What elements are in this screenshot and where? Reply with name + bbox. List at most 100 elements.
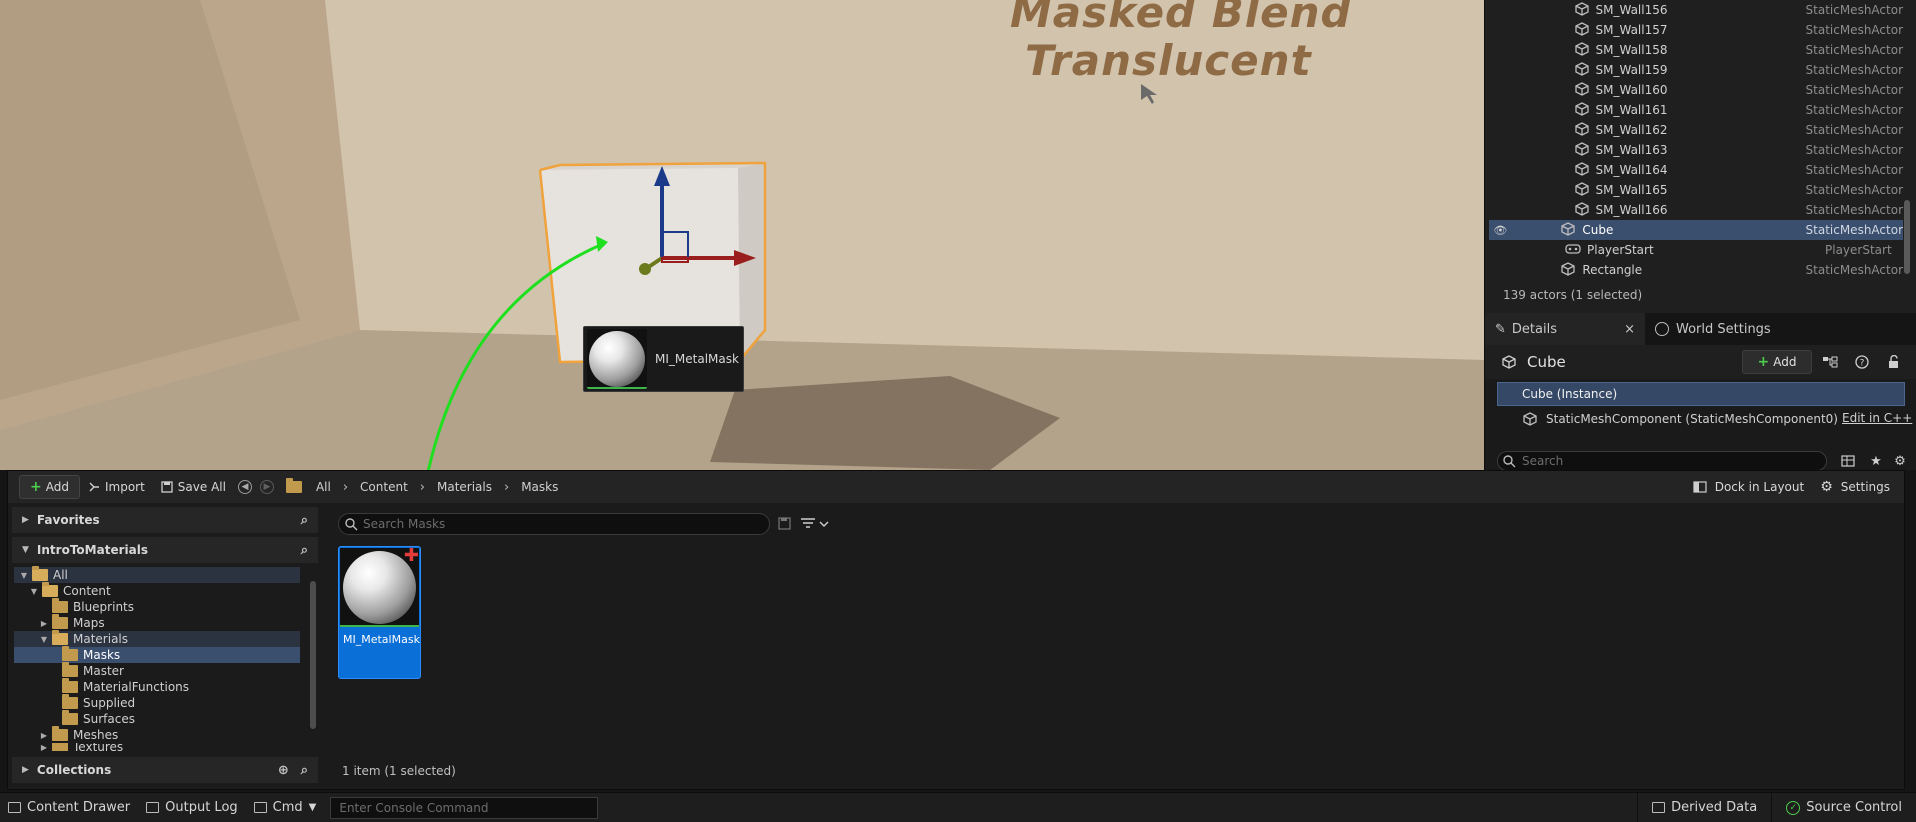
search-icon[interactable]: ⌕ [301, 513, 308, 528]
breadcrumb-all[interactable]: All [308, 480, 339, 494]
tab-world-settings[interactable]: World Settings [1645, 313, 1781, 345]
folder-tree-item[interactable]: ▼ Content [14, 582, 300, 599]
outliner-item-name: SM_Wall164 [1595, 163, 1668, 177]
folder-tree-item[interactable]: ▶ Maps [14, 614, 300, 631]
level-viewport[interactable]: Masked Blend Translucent MI_MetalMask [0, 0, 1484, 470]
breadcrumb-content[interactable]: Content [352, 480, 416, 494]
outliner-row[interactable]: SM_Wall164 StaticMeshActor [1489, 160, 1903, 180]
folder-label: MaterialFunctions [83, 680, 190, 694]
outliner-item-name: SM_Wall159 [1595, 63, 1668, 77]
folder-tree-item[interactable]: Supplied [14, 694, 300, 711]
output-log-icon [146, 802, 160, 813]
add-collection-icon[interactable]: ⊕ [278, 763, 289, 778]
project-section-header[interactable]: ▼ IntroToMaterials ⌕ [12, 537, 318, 563]
outliner-row[interactable]: PlayerStart PlayerStart [1489, 240, 1903, 260]
outliner-row[interactable]: SM_Wall162 StaticMeshActor [1489, 120, 1903, 140]
outliner-row[interactable]: SM_Wall160 StaticMeshActor [1489, 80, 1903, 100]
static-mesh-icon [1523, 412, 1537, 426]
chevron-down-icon[interactable]: ▼ [18, 571, 30, 580]
back-icon[interactable]: ◀ [237, 480, 252, 494]
chevron-down-icon[interactable]: ▼ [28, 587, 40, 596]
content-drawer-label: Content Drawer [27, 800, 131, 815]
tree-scrollbar[interactable] [310, 581, 316, 729]
search-icon[interactable]: ⌕ [301, 763, 308, 778]
chevron-right-icon[interactable]: ▶ [38, 743, 50, 751]
outliner-item-type: StaticMeshActor [1805, 123, 1903, 137]
outliner-item-type: StaticMeshActor [1805, 143, 1903, 157]
forward-icon[interactable]: ▶ [259, 480, 274, 494]
asset-tile-mi-metalmask[interactable]: ✚ MI_MetalMask [338, 546, 421, 679]
folder-label: Content [63, 584, 111, 598]
outliner-row[interactable]: SM_Wall163 StaticMeshActor [1489, 140, 1903, 160]
blueprint-convert-icon[interactable] [1818, 350, 1842, 374]
close-icon[interactable]: × [1624, 322, 1635, 337]
help-icon[interactable]: ? [1850, 350, 1874, 374]
content-browser-toolbar: + Add Import Save All ◀ ▶ All › Content … [8, 471, 1904, 503]
search-icon[interactable]: ⌕ [301, 543, 308, 558]
content-drawer-button[interactable]: Content Drawer [0, 793, 138, 822]
chevron-right-icon[interactable]: ▶ [38, 731, 50, 740]
lock-icon[interactable] [1882, 350, 1906, 374]
drag-preview: MI_MetalMask [583, 326, 744, 392]
favorites-section-header[interactable]: ▶ Favorites ⌕ [12, 507, 318, 533]
output-log-button[interactable]: Output Log [138, 793, 246, 822]
collections-section-header[interactable]: ▶ Collections ⊕ ⌕ [12, 757, 318, 783]
static-mesh-icon [1574, 121, 1596, 139]
folder-icon [62, 646, 78, 661]
filter-icon[interactable] [800, 517, 830, 531]
folder-tree-item[interactable]: MaterialFunctions [14, 678, 300, 695]
add-component-button[interactable]: + Add [1742, 350, 1812, 374]
console-command-input[interactable]: Enter Console Command [330, 796, 599, 819]
folder-tree-item[interactable]: ▶ Meshes [14, 726, 300, 743]
component-root-cube-instance[interactable]: Cube (Instance) [1497, 382, 1905, 406]
outliner-row[interactable]: SM_Wall156 StaticMeshActor [1489, 0, 1903, 20]
save-all-button[interactable]: Save All [153, 475, 234, 499]
folder-tree-item[interactable]: Surfaces [14, 710, 300, 727]
folder-label: Blueprints [73, 600, 135, 614]
outliner-row[interactable]: SM_Wall166 StaticMeshActor [1489, 200, 1903, 220]
breadcrumb-masks[interactable]: Masks [513, 480, 566, 494]
search-icon [345, 518, 358, 531]
settings-button[interactable]: ⚙ Settings [1812, 475, 1898, 499]
outliner-row[interactable]: SM_Wall165 StaticMeshActor [1489, 180, 1903, 200]
folder-tree-item[interactable]: Master [14, 662, 300, 679]
cmd-dropdown[interactable]: Cmd ▼ [246, 793, 325, 822]
chevron-right-icon[interactable]: ▶ [38, 619, 50, 628]
outliner-row[interactable]: SM_Wall159 StaticMeshActor [1489, 60, 1903, 80]
static-mesh-icon [1574, 61, 1596, 79]
eye-icon[interactable]: 👁 [1491, 224, 1510, 237]
import-button[interactable]: Import [80, 475, 153, 499]
asset-search-input[interactable]: Search Masks [338, 513, 770, 535]
details-search-placeholder: Search [1522, 454, 1564, 468]
outliner-row[interactable]: SM_Wall157 StaticMeshActor [1489, 20, 1903, 40]
outliner-row[interactable]: SM_Wall158 StaticMeshActor [1489, 40, 1903, 60]
tab-details[interactable]: ✎ Details × [1485, 313, 1645, 345]
folder-icon [32, 566, 48, 581]
add-button[interactable]: + Add [19, 475, 80, 499]
save-search-icon[interactable] [778, 517, 792, 531]
plus-icon: + [30, 479, 42, 495]
selected-actor-name: Cube [1527, 353, 1566, 371]
outliner-item-type: StaticMeshActor [1805, 23, 1903, 37]
chevron-down-icon[interactable]: ▼ [38, 635, 50, 644]
edit-in-cpp-link[interactable]: Edit in C++ [1842, 411, 1912, 425]
dock-in-layout-button[interactable]: Dock in Layout [1685, 475, 1813, 499]
folder-tree-item[interactable]: Blueprints [14, 598, 300, 615]
outliner-row[interactable]: SM_Wall161 StaticMeshActor [1489, 100, 1903, 120]
folder-tree-item[interactable]: ▶ Textures [14, 743, 300, 751]
settings-label: Settings [1840, 480, 1890, 494]
folder-icon [52, 630, 68, 645]
folder-tree-item[interactable]: ▼ All [14, 566, 300, 583]
derived-data-button[interactable]: Derived Data [1638, 793, 1771, 822]
breadcrumb-materials[interactable]: Materials [429, 480, 500, 494]
folder-tree-item[interactable]: ▼ Materials [14, 630, 300, 647]
source-control-button[interactable]: ✓ Source Control [1772, 793, 1916, 822]
folder-tree-item[interactable]: Masks [14, 646, 300, 663]
component-static-mesh[interactable]: StaticMeshComponent (StaticMeshComponent… [1522, 408, 1838, 430]
outliner-row[interactable]: 👁 Cube StaticMeshActor [1489, 220, 1903, 240]
outliner-row[interactable]: Rectangle StaticMeshActor [1489, 260, 1903, 280]
details-search-input[interactable]: Search [1497, 451, 1827, 471]
asset-view: Search Masks ✚ MI_MetalMask 1 item (1 se… [326, 507, 1902, 783]
chevron-right-icon: ▶ [22, 515, 29, 525]
outliner-scrollbar[interactable] [1904, 200, 1910, 274]
